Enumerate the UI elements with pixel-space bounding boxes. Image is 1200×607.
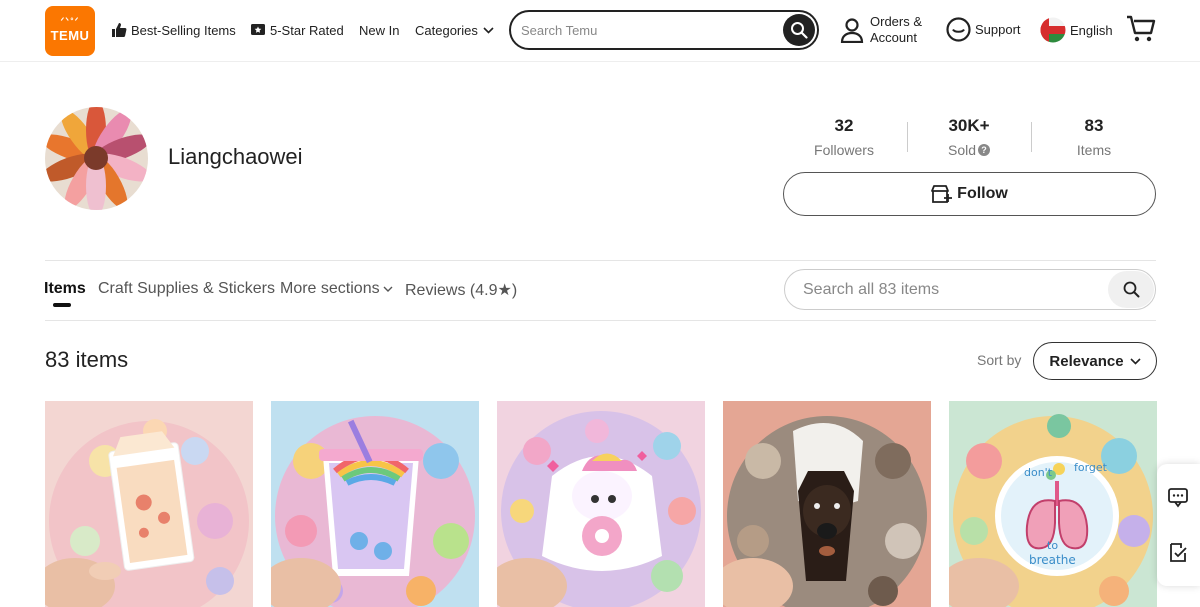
divider bbox=[45, 320, 1156, 321]
chevron-down-icon bbox=[383, 286, 393, 292]
search-icon bbox=[791, 22, 808, 39]
product-image bbox=[271, 401, 479, 607]
sticker-text: breathe bbox=[1029, 553, 1076, 567]
logo-text: TEMU bbox=[50, 28, 90, 43]
sort-value: Relevance bbox=[1049, 352, 1124, 370]
language-selector[interactable]: English bbox=[1040, 17, 1113, 43]
tab-reviews[interactable]: Reviews (4.9★) bbox=[405, 280, 517, 300]
follow-label: Follow bbox=[957, 185, 1008, 202]
store-search-input[interactable] bbox=[803, 279, 1103, 301]
items-count: 83 items bbox=[45, 347, 129, 372]
nav-categories-label: Categories bbox=[415, 22, 478, 38]
sticker-text: forget bbox=[1074, 461, 1108, 474]
nav-new-in[interactable]: New In bbox=[359, 20, 399, 40]
nav-categories[interactable]: Categories bbox=[415, 20, 494, 40]
cart-button[interactable] bbox=[1126, 15, 1156, 43]
stat-sold-value: 30K+ bbox=[948, 116, 990, 135]
product-card[interactable] bbox=[497, 401, 705, 607]
chevron-down-icon bbox=[483, 26, 494, 34]
sticker-text: to bbox=[1047, 539, 1058, 552]
nav-five-star[interactable]: 5-Star Rated bbox=[250, 20, 344, 40]
site-search-button[interactable] bbox=[783, 14, 815, 46]
product-image bbox=[497, 401, 705, 607]
oman-flag-icon bbox=[1040, 17, 1066, 43]
store-avatar bbox=[45, 107, 148, 210]
nav-five-star-label: 5-Star Rated bbox=[270, 22, 344, 38]
search-icon bbox=[1123, 281, 1139, 298]
tab-craft-supplies[interactable]: Craft Supplies & Stickers bbox=[98, 280, 275, 298]
stat-sold: 30K+ Sold? bbox=[909, 116, 1029, 158]
user-icon bbox=[840, 18, 864, 43]
floating-side-panel bbox=[1157, 464, 1200, 586]
store-search bbox=[784, 269, 1156, 310]
product-image bbox=[45, 401, 253, 607]
chat-icon[interactable] bbox=[1167, 486, 1189, 508]
store-search-button[interactable] bbox=[1108, 271, 1154, 308]
support-link[interactable]: Support bbox=[946, 17, 1021, 42]
stat-followers-value: 32 bbox=[834, 116, 854, 135]
site-search bbox=[509, 10, 819, 50]
cart-icon bbox=[1127, 15, 1156, 42]
stat-divider bbox=[1031, 122, 1032, 152]
tab-more-sections[interactable]: More sections bbox=[280, 280, 393, 298]
edit-note-icon[interactable] bbox=[1167, 541, 1189, 563]
product-image bbox=[723, 401, 931, 607]
stat-items-label: Items bbox=[1076, 142, 1112, 158]
support-label: Support bbox=[975, 22, 1021, 37]
follow-button[interactable]: Follow bbox=[783, 172, 1156, 216]
stat-sold-label: Sold bbox=[947, 142, 977, 158]
product-card[interactable] bbox=[45, 401, 253, 607]
orders-label-1: Orders & bbox=[870, 14, 923, 29]
nav-best-selling[interactable]: Best-Selling Items bbox=[111, 20, 236, 40]
tab-more-sections-label: More sections bbox=[280, 280, 380, 297]
nav-new-in-label: New In bbox=[359, 22, 400, 38]
stat-items-value: 83 bbox=[1084, 116, 1104, 135]
store-follow-icon bbox=[931, 185, 953, 203]
store-name: Liangchaowei bbox=[168, 144, 303, 169]
nav-best-selling-label: Best-Selling Items bbox=[131, 22, 236, 38]
product-card[interactable] bbox=[271, 401, 479, 607]
sort-dropdown[interactable]: Relevance bbox=[1033, 342, 1157, 380]
tab-items[interactable]: Items bbox=[44, 280, 86, 298]
stat-divider bbox=[907, 122, 908, 152]
stat-followers: 32 Followers bbox=[784, 116, 904, 158]
sort-by-label: Sort by bbox=[977, 352, 1022, 368]
site-header: ᐟᐠᐤᐟ TEMU Best-Selling Items 5-Star Rate… bbox=[0, 0, 1200, 62]
star-badge-icon bbox=[251, 24, 265, 35]
support-chat-icon bbox=[946, 17, 971, 42]
orders-account[interactable]: Orders & Account bbox=[840, 14, 922, 46]
site-search-input[interactable] bbox=[521, 19, 781, 41]
thumbs-up-icon bbox=[112, 23, 127, 37]
divider bbox=[45, 260, 1156, 261]
product-image: don't forget to breathe bbox=[949, 401, 1157, 607]
info-icon[interactable]: ? bbox=[978, 144, 991, 156]
logo-glyphs: ᐟᐠᐤᐟ bbox=[60, 16, 80, 26]
sticker-text: don't bbox=[1024, 466, 1053, 479]
active-tab-indicator bbox=[53, 303, 71, 307]
stat-items: 83 Items bbox=[1034, 116, 1154, 158]
chevron-down-icon bbox=[1130, 357, 1141, 365]
product-card[interactable]: don't forget to breathe bbox=[949, 401, 1157, 607]
orders-label-2: Account bbox=[870, 30, 917, 45]
temu-logo[interactable]: ᐟᐠᐤᐟ TEMU bbox=[45, 6, 95, 56]
language-label: English bbox=[1070, 22, 1113, 38]
product-card[interactable] bbox=[723, 401, 931, 607]
stat-followers-label: Followers bbox=[814, 142, 874, 158]
